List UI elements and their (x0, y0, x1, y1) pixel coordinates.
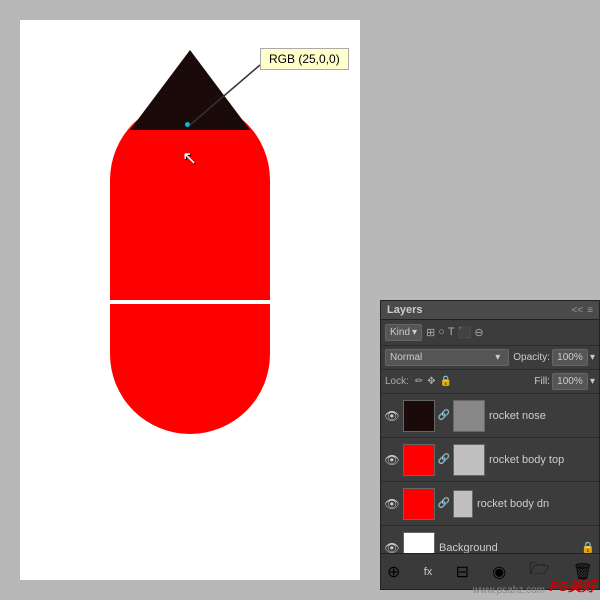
filter-type-icons: ⊞ ○ T ⬛ ⊖ (426, 326, 484, 339)
layers-title-icons: << ≡ (571, 305, 593, 316)
layer-row-rocket-body-dn[interactable]: 👁 🔗 rocket body dn (381, 482, 599, 526)
lock-pixels-icon[interactable]: ✏ (415, 376, 423, 387)
new-group-icon[interactable]: ◉ (492, 562, 506, 582)
blend-opacity-row: Normal ▾ Opacity: 100% ▾ (381, 346, 599, 370)
lock-move-icon[interactable]: ✥ (427, 376, 435, 387)
filter-smart-icon[interactable]: ⊖ (474, 326, 483, 339)
filter-type-icon[interactable]: T (448, 326, 455, 339)
layer-mask-rocket-body-top (453, 444, 485, 476)
lock-fill-row: Lock: ✏ ✥ 🔒 Fill: 100% ▾ (381, 370, 599, 394)
layer-name-background: Background (439, 542, 577, 554)
layer-name-rocket-nose: rocket nose (489, 410, 595, 422)
layer-visibility-rocket-body-dn[interactable]: 👁 (385, 497, 399, 511)
link-layers-icon[interactable]: ⊕ (387, 562, 400, 582)
canvas-white: ↖ RGB (25,0,0) (20, 20, 360, 580)
filter-adjustment-icon[interactable]: ○ (438, 326, 445, 339)
opacity-label: Opacity: (513, 352, 550, 363)
tooltip-text: RGB (25,0,0) (269, 52, 340, 66)
fill-arrow: ▾ (590, 376, 595, 387)
color-tooltip: RGB (25,0,0) (260, 48, 349, 70)
collapse-icon[interactable]: << (571, 305, 583, 316)
watermark-brand: PS美好 (549, 576, 596, 596)
layer-visibility-rocket-body-top[interactable]: 👁 (385, 453, 399, 467)
layer-list: 👁 🔗 rocket nose 👁 🔗 rocket body top 👁 🔗 … (381, 394, 599, 553)
fill-label: Fill: (534, 376, 550, 387)
filter-kind-label: Kind (390, 327, 410, 338)
layer-visibility-rocket-nose[interactable]: 👁 (385, 409, 399, 423)
opacity-group: Opacity: 100% ▾ (513, 349, 595, 366)
lock-icons-group: ✏ ✥ 🔒 (415, 376, 452, 387)
opacity-arrow: ▾ (590, 352, 595, 363)
layer-thumb-rocket-body-top (403, 444, 435, 476)
background-lock-icon: 🔒 (581, 541, 595, 553)
watermark-site: www.psahz.com (473, 585, 545, 596)
layer-link-rocket-body-dn[interactable]: 🔗 (439, 497, 449, 511)
fx-icon[interactable]: fx (424, 566, 433, 578)
layers-search-bar: Kind ▾ ⊞ ○ T ⬛ ⊖ (381, 320, 599, 346)
rocket-body-dn-shape (110, 304, 270, 434)
opacity-input[interactable]: 100% (552, 349, 588, 366)
blend-mode-label: Normal (390, 352, 422, 363)
panel-menu-icon[interactable]: ≡ (587, 305, 593, 316)
new-layer-icon[interactable]: 🗁 (530, 558, 550, 585)
layer-thumb-background (403, 532, 435, 554)
rocket-body-top-shape (110, 100, 270, 300)
layer-row-background[interactable]: 👁 Background 🔒 (381, 526, 599, 553)
filter-kind-arrow: ▾ (412, 327, 417, 338)
filter-kind-dropdown[interactable]: Kind ▾ (385, 324, 422, 341)
layer-visibility-background[interactable]: 👁 (385, 541, 399, 554)
layers-panel: Layers << ≡ Kind ▾ ⊞ ○ T ⬛ ⊖ Normal ▾ Op… (380, 300, 600, 590)
blend-mode-arrow: ▾ (495, 352, 500, 363)
rocket-container (100, 50, 280, 434)
lock-label: Lock: (385, 376, 409, 387)
layer-mask-rocket-body-dn (453, 490, 473, 518)
fill-group: Fill: 100% ▾ (534, 373, 595, 390)
fill-input[interactable]: 100% (552, 373, 588, 390)
layer-link-rocket-nose[interactable]: 🔗 (439, 409, 449, 423)
lock-all-icon[interactable]: 🔒 (440, 376, 452, 387)
rocket-nose-shape (130, 50, 250, 130)
layer-mask-rocket-nose (453, 400, 485, 432)
filter-pixel-icon[interactable]: ⊞ (426, 326, 435, 339)
layer-row-rocket-body-top[interactable]: 👁 🔗 rocket body top (381, 438, 599, 482)
cyan-dot (185, 122, 190, 127)
add-mask-icon[interactable]: ⊟ (456, 562, 469, 582)
layer-link-rocket-body-top[interactable]: 🔗 (439, 453, 449, 467)
layers-panel-title: Layers (387, 304, 422, 316)
layer-name-rocket-body-top: rocket body top (489, 454, 595, 466)
filter-shape-icon[interactable]: ⬛ (458, 326, 472, 339)
layer-name-rocket-body-dn: rocket body dn (477, 498, 595, 510)
blend-mode-dropdown[interactable]: Normal ▾ (385, 349, 509, 366)
layer-thumb-rocket-nose (403, 400, 435, 432)
layer-row-rocket-nose[interactable]: 👁 🔗 rocket nose (381, 394, 599, 438)
layer-thumb-rocket-body-dn (403, 488, 435, 520)
rocket-divider (108, 300, 273, 304)
layers-title-bar: Layers << ≡ (381, 301, 599, 320)
